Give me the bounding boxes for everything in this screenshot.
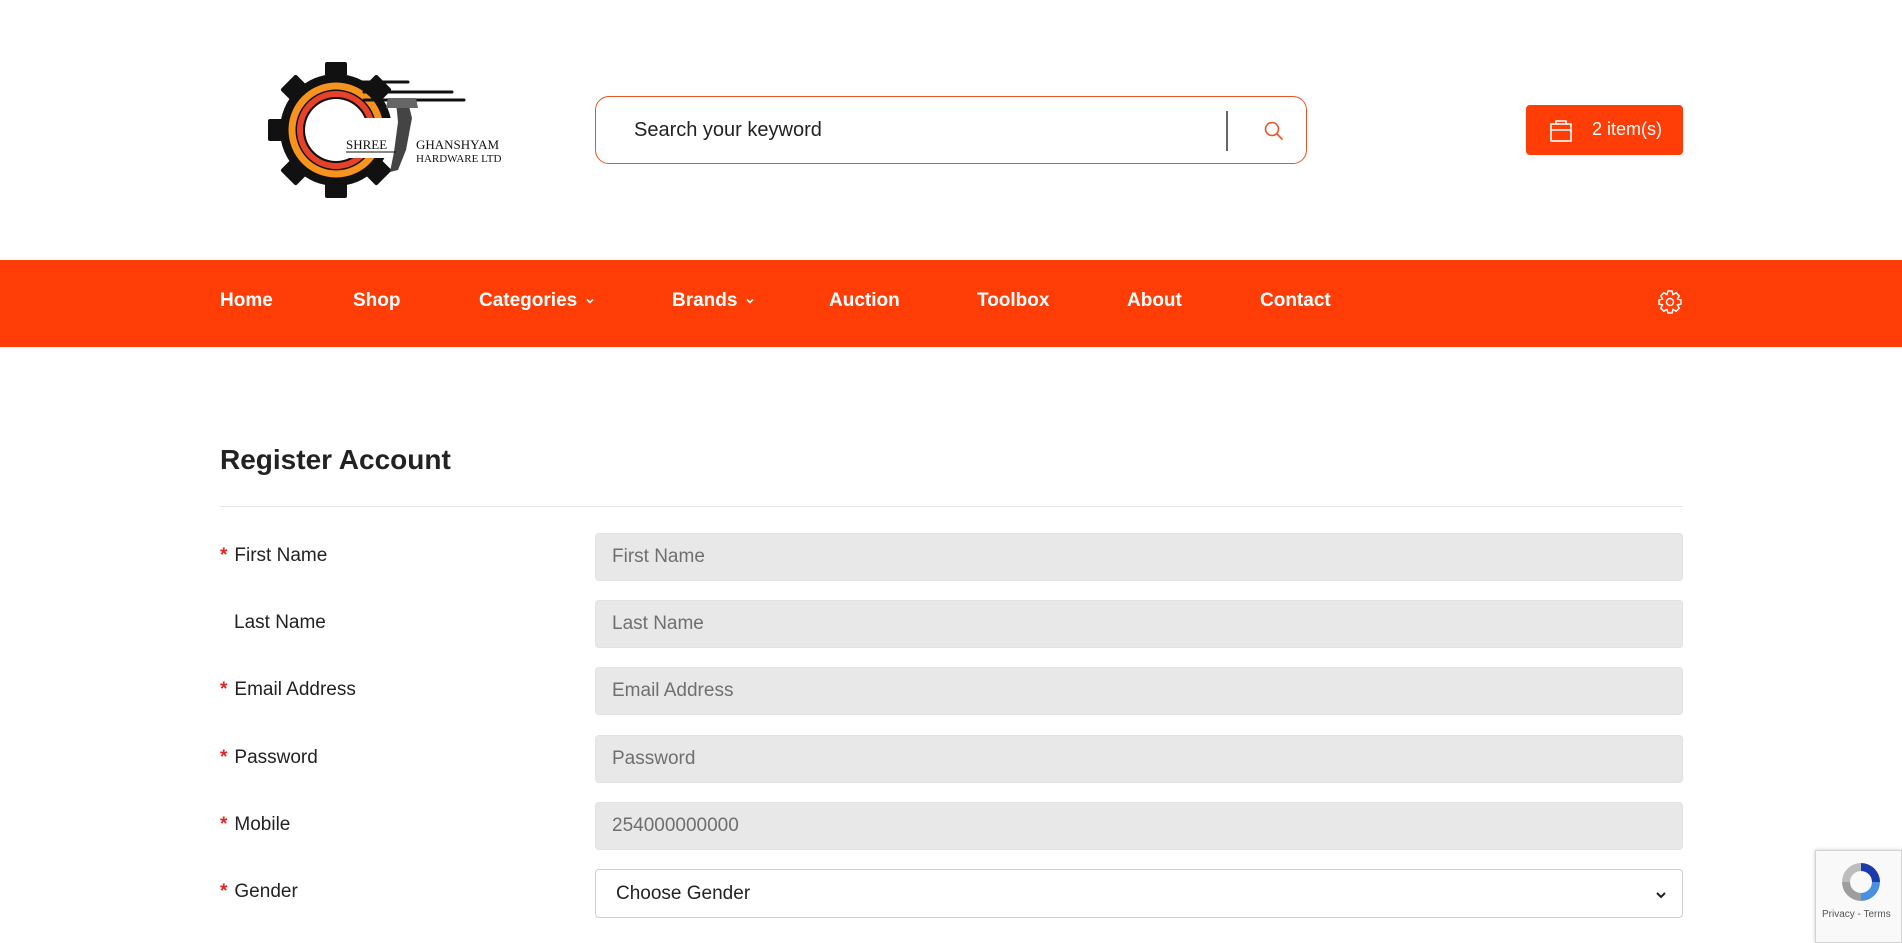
form-row-gender: * Gender Choose Gender xyxy=(220,869,1683,918)
form-row-last-name: Last Name xyxy=(220,600,1683,648)
search-input[interactable] xyxy=(634,97,1194,163)
last-name-label: Last Name xyxy=(220,612,326,634)
site-header: SHREE GHANSHYAM HARDWARE LTD 2 item(s) xyxy=(0,0,1902,260)
required-marker: * xyxy=(220,679,228,700)
nav-item-about[interactable]: About xyxy=(1127,290,1182,312)
main-navigation: Home Shop Categories Brands Auction Tool… xyxy=(0,260,1902,347)
mobile-input[interactable] xyxy=(595,802,1683,850)
gear-icon xyxy=(1658,290,1682,314)
search-button[interactable] xyxy=(1256,113,1292,149)
logo-text-ghanshyam: GHANSHYAM xyxy=(416,137,500,152)
password-input[interactable] xyxy=(595,735,1683,783)
recaptcha-links[interactable]: Privacy - Terms xyxy=(1822,909,1891,920)
nav-item-label: Home xyxy=(220,290,273,311)
gender-select[interactable]: Choose Gender xyxy=(595,869,1683,918)
nav-item-label: Brands xyxy=(672,290,738,311)
search-icon xyxy=(1264,121,1283,140)
field-label-text: Password xyxy=(234,747,318,768)
first-name-label: * First Name xyxy=(220,545,327,567)
gender-selected-value: Choose Gender xyxy=(616,882,751,904)
chevron-down-icon xyxy=(746,298,755,304)
logo-text-shree: SHREE xyxy=(346,137,387,152)
form-row-email: * Email Address xyxy=(220,667,1683,715)
nav-item-brands[interactable]: Brands xyxy=(672,290,755,312)
email-label: * Email Address xyxy=(220,679,356,701)
field-label-text: Gender xyxy=(234,881,298,902)
form-row-first-name: * First Name xyxy=(220,533,1683,581)
site-logo[interactable]: SHREE GHANSHYAM HARDWARE LTD xyxy=(268,62,510,198)
nav-item-auction[interactable]: Auction xyxy=(829,290,900,312)
nav-item-label: Toolbox xyxy=(977,290,1050,311)
nav-item-label: Shop xyxy=(353,290,401,311)
recaptcha-icon xyxy=(1842,863,1880,901)
page-title: Register Account xyxy=(220,444,451,475)
logo-text-hardware: HARDWARE LTD xyxy=(416,153,502,165)
required-marker: * xyxy=(220,747,228,768)
field-label-text: Email Address xyxy=(234,679,356,700)
field-label-text: Mobile xyxy=(234,814,291,835)
field-label-text: Last Name xyxy=(234,612,326,633)
shopping-bag-icon xyxy=(1550,120,1572,142)
nav-item-toolbox[interactable]: Toolbox xyxy=(977,290,1049,312)
email-input[interactable] xyxy=(595,667,1683,715)
nav-item-label: Categories xyxy=(479,290,578,311)
search-bar xyxy=(595,96,1307,164)
logo-gear-hammer-graphic: SHREE GHANSHYAM HARDWARE LTD xyxy=(268,62,502,198)
settings-button[interactable] xyxy=(1656,288,1684,316)
cart-count-label: 2 item(s) xyxy=(1592,119,1663,139)
mobile-label: * Mobile xyxy=(220,814,290,836)
form-row-password: * Password xyxy=(220,735,1683,783)
required-marker: * xyxy=(220,814,228,835)
required-marker: * xyxy=(220,545,228,566)
nav-item-shop[interactable]: Shop xyxy=(353,290,401,312)
recaptcha-badge[interactable]: Privacy - Terms xyxy=(1815,850,1902,943)
chevron-down-icon xyxy=(586,298,594,304)
gender-label: * Gender xyxy=(220,881,298,903)
nav-item-label: Contact xyxy=(1260,290,1331,311)
chevron-down-icon xyxy=(1656,892,1666,899)
divider xyxy=(220,506,1683,507)
nav-item-categories[interactable]: Categories xyxy=(479,290,595,312)
form-row-mobile: * Mobile xyxy=(220,802,1683,850)
nav-item-label: About xyxy=(1127,290,1182,311)
nav-item-contact[interactable]: Contact xyxy=(1260,290,1331,312)
cart-button[interactable]: 2 item(s) xyxy=(1526,105,1683,155)
nav-item-home[interactable]: Home xyxy=(220,290,273,312)
last-name-input[interactable] xyxy=(595,600,1683,648)
required-marker: * xyxy=(220,881,228,902)
search-divider xyxy=(1226,111,1228,151)
nav-item-label: Auction xyxy=(829,290,900,311)
field-label-text: First Name xyxy=(234,545,328,566)
password-label: * Password xyxy=(220,747,318,769)
first-name-input[interactable] xyxy=(595,533,1683,581)
